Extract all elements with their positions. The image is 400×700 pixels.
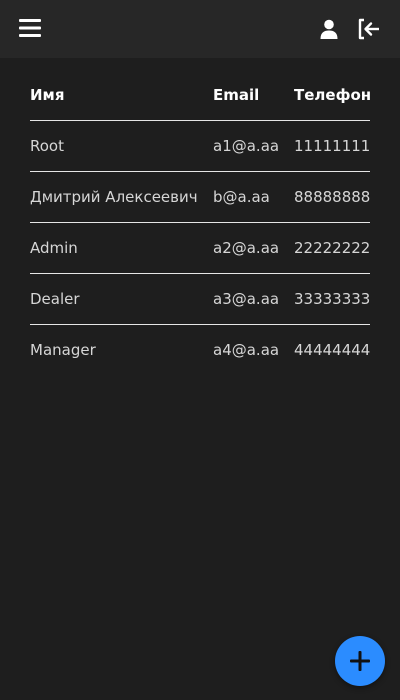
table-header-row: Имя Email Телефон — [30, 70, 370, 121]
plus-icon — [350, 651, 370, 671]
cell-email: b@a.aa — [213, 171, 294, 223]
cell-phone: 88888888888 — [294, 171, 370, 223]
users-table: Имя Email Телефон Root a1@a.aa 111111111… — [30, 70, 370, 375]
cell-name: Root — [30, 120, 213, 172]
user-icon — [320, 19, 338, 39]
table-row[interactable]: Root a1@a.aa 11111111111 — [30, 120, 370, 172]
cell-name: Manager — [30, 341, 96, 359]
app-root: Имя Email Телефон Root a1@a.aa 111111111… — [0, 0, 400, 700]
add-user-button[interactable] — [335, 636, 385, 686]
cell-name: Дмитрий Алексеевич — [30, 171, 213, 223]
cell-phone: 11111111111 — [294, 120, 370, 172]
menu-button[interactable] — [18, 17, 44, 41]
cell-phone: 22222222222 — [294, 222, 370, 274]
top-app-bar — [0, 0, 400, 58]
cell-name: Dealer — [30, 273, 213, 325]
cell-email: a2@a.aa — [213, 222, 294, 274]
cell-name: Admin — [30, 222, 213, 274]
cell-email: a3@a.aa — [213, 273, 294, 325]
users-table-container: Имя Email Телефон Root a1@a.aa 111111111… — [30, 70, 370, 375]
table-row[interactable]: Manager a4@a.aa 44444444444 — [30, 325, 370, 376]
cell-email: a1@a.aa — [213, 120, 294, 172]
table-row[interactable]: Дмитрий Алексеевич b@a.aa 88888888888 — [30, 171, 370, 223]
cell-phone: 33333333333 — [294, 273, 370, 325]
column-header-email[interactable]: Email — [213, 70, 294, 121]
column-header-phone[interactable]: Телефон — [294, 70, 370, 121]
table-row[interactable]: Dealer a3@a.aa 33333333333 — [30, 273, 370, 325]
cell-phone: 44444444444 — [294, 341, 370, 359]
column-header-name[interactable]: Имя — [30, 70, 213, 121]
logout-button[interactable] — [356, 17, 382, 41]
table-row[interactable]: Admin a2@a.aa 22222222222 — [30, 222, 370, 274]
logout-icon — [358, 18, 379, 40]
hamburger-menu-icon — [19, 19, 41, 37]
cell-email: a4@a.aa — [213, 341, 280, 359]
profile-button[interactable] — [318, 18, 340, 40]
